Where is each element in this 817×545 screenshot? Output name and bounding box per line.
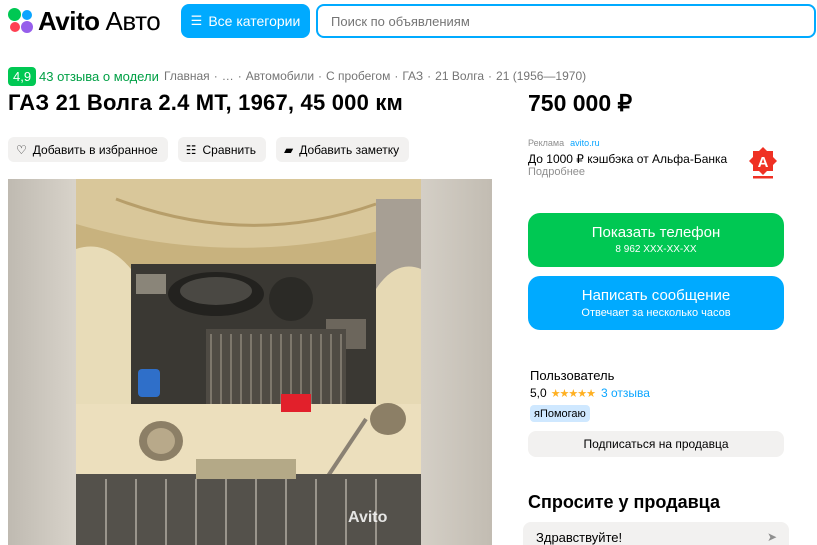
alfa-logo-letter: А bbox=[758, 154, 769, 171]
model-rating-badge: 4,9 bbox=[8, 67, 37, 86]
compare-label: Сравнить bbox=[202, 142, 256, 157]
favorite-label: Добавить в избранное bbox=[32, 142, 158, 157]
photo-watermark: Avito bbox=[348, 509, 388, 526]
phone-number-masked: 8 962 XXX-XX-XX bbox=[615, 244, 697, 255]
write-message-label: Написать сообщение bbox=[581, 287, 731, 304]
categories-search-icon: ☰ bbox=[190, 13, 203, 29]
logo-brand: Avito bbox=[38, 5, 100, 36]
breadcrumb-item[interactable]: 21 (1956—1970) bbox=[496, 69, 586, 83]
breadcrumb-item[interactable]: ГАЗ bbox=[402, 69, 423, 83]
send-icon[interactable]: ➤ bbox=[767, 530, 777, 544]
listing-actions: ♡ Добавить в избранное ☷ Сравнить ▰ Доба… bbox=[8, 137, 419, 162]
logo-suffix: Авто bbox=[105, 5, 161, 36]
all-categories-label: Все категории bbox=[208, 13, 301, 29]
ya-pomogayu-badge[interactable]: яПомогаю bbox=[530, 405, 590, 422]
search-placeholder: Поиск по объявлениям bbox=[331, 13, 470, 29]
ask-seller-input[interactable]: Здравствуйте! ➤ bbox=[523, 522, 789, 545]
breadcrumb-item[interactable]: Главная bbox=[164, 69, 210, 83]
ad-source[interactable]: avito.ru bbox=[570, 138, 600, 148]
breadcrumb-item[interactable]: … bbox=[222, 69, 234, 83]
note-icon: ▰ bbox=[283, 142, 294, 157]
ad-label-text: Реклама bbox=[528, 138, 565, 148]
listing-photo[interactable]: Avito bbox=[8, 179, 492, 545]
note-label: Добавить заметку bbox=[299, 142, 400, 157]
show-phone-label: Показать телефон bbox=[591, 224, 721, 241]
engine-bay-image bbox=[76, 179, 421, 545]
ad-label: Реклама avito.ru bbox=[528, 138, 600, 148]
ad-text[interactable]: До 1000 ₽ кэшбэка от Альфа-Банка bbox=[528, 152, 727, 166]
add-to-favorites-button[interactable]: ♡ Добавить в избранное bbox=[8, 137, 168, 162]
heart-icon: ♡ bbox=[16, 142, 27, 157]
breadcrumb: Главная · … · Автомобили · С пробегом · ГАЗ ·… bbox=[164, 69, 587, 83]
subscribe-seller-button[interactable]: Подписаться на продавца bbox=[528, 431, 784, 457]
breadcrumb-item[interactable]: Автомобили bbox=[246, 69, 314, 83]
breadcrumb-item[interactable]: С пробегом bbox=[326, 69, 390, 83]
compare-button[interactable]: ☷ Сравнить bbox=[177, 137, 266, 162]
logo-text: Avito Авто bbox=[38, 5, 161, 37]
avito-logo[interactable]: Avito Авто bbox=[8, 5, 161, 37]
ad-more-link[interactable]: Подробнее bbox=[528, 166, 585, 178]
ask-seller-title: Спросите у продавца bbox=[528, 492, 720, 512]
all-categories-button[interactable]: ☰ Все категории bbox=[181, 4, 310, 38]
seller-rating-score: 5,0 bbox=[530, 386, 547, 400]
photo-blur-left bbox=[8, 179, 76, 545]
listing-price: 750 000 ₽ bbox=[528, 90, 633, 116]
write-message-button[interactable]: Написать сообщение Отвечает за несколько… bbox=[528, 276, 784, 330]
response-time-label: Отвечает за несколько часов bbox=[581, 307, 731, 319]
listing-title: ГАЗ 21 Волга 2.4 MT, 1967, 45 000 км bbox=[8, 90, 404, 115]
add-note-button[interactable]: ▰ Добавить заметку bbox=[275, 137, 410, 162]
seller-reviews-link[interactable]: 3 отзыва bbox=[601, 386, 650, 400]
search-input[interactable]: Поиск по объявлениям bbox=[316, 4, 816, 38]
compare-icon: ☷ bbox=[185, 142, 197, 157]
show-phone-button[interactable]: Показать телефон 8 962 XXX-XX-XX bbox=[528, 213, 784, 267]
seller-name[interactable]: Пользователь bbox=[530, 368, 614, 383]
logo-dots-icon bbox=[8, 8, 34, 34]
seller-rating: 5,0 ★★★★★ 3 отзыва bbox=[530, 386, 650, 400]
alfa-bank-logo-icon[interactable]: А bbox=[748, 147, 778, 179]
breadcrumb-item[interactable]: 21 Волга bbox=[435, 69, 484, 83]
ask-seller-message: Здравствуйте! bbox=[536, 529, 623, 545]
model-reviews-link[interactable]: 43 отзыва о модели bbox=[39, 69, 159, 84]
photo-blur-right bbox=[421, 179, 492, 545]
star-rating-icon: ★★★★★ bbox=[550, 386, 596, 400]
